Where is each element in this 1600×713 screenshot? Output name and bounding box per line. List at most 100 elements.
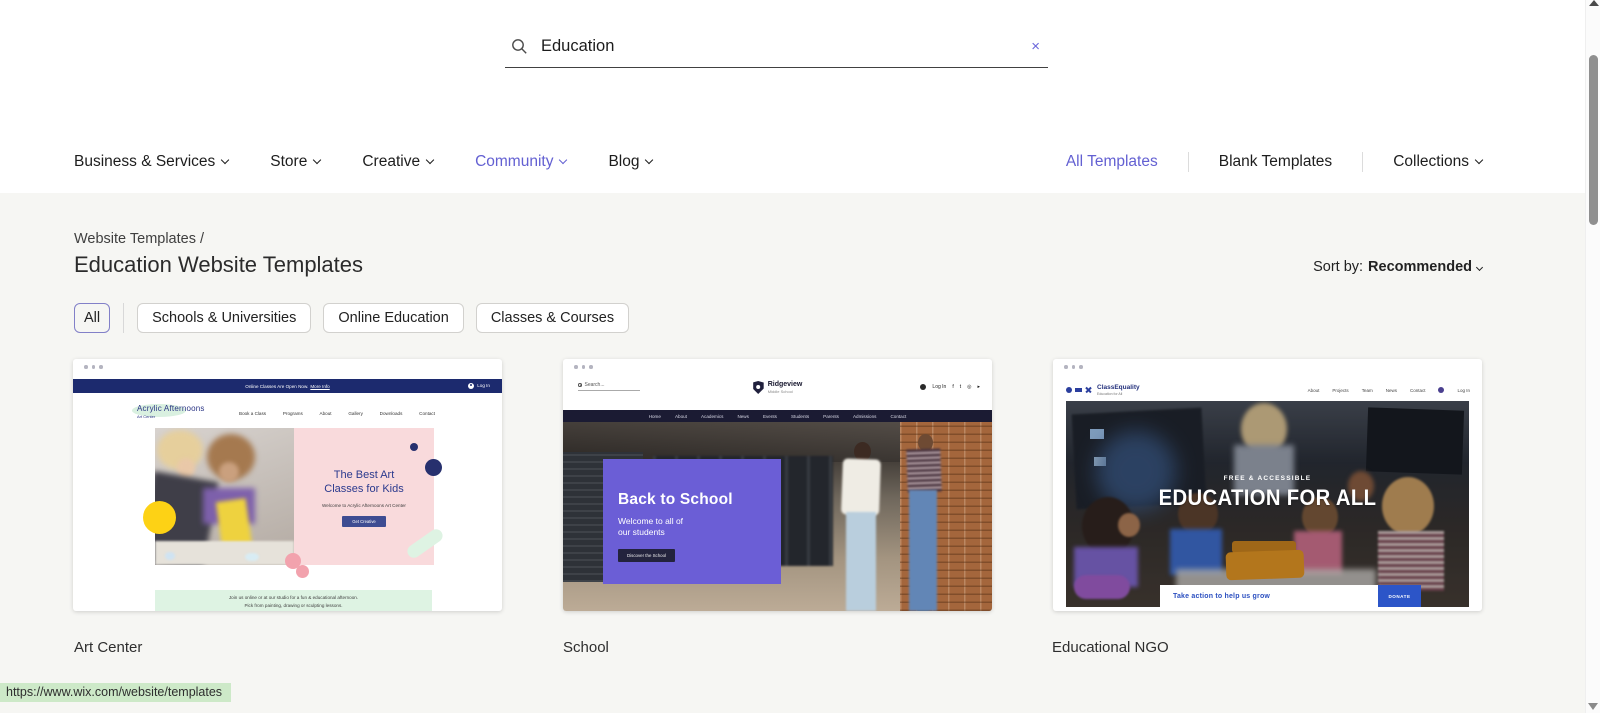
preview-hero: The Best Art Classes for Kids Welcome to…	[155, 428, 442, 565]
scroll-up-icon[interactable]	[1589, 0, 1599, 6]
photo-blob	[219, 462, 239, 482]
browser-dots-icon	[574, 365, 593, 369]
template-name-school[interactable]: School	[563, 639, 609, 656]
main-navigation: Business & Services Store Creative Commu…	[74, 147, 1484, 177]
youtube-icon: ▸	[977, 384, 980, 390]
template-card-art-center[interactable]: Online Classes Are Open Now. More Info L…	[73, 359, 502, 611]
hero-panel: Back to School Welcome to all of our stu…	[603, 459, 781, 584]
avatar-icon	[1438, 387, 1445, 393]
divider	[1187, 152, 1189, 172]
preview-nav: About Projects Team News Contact Log In	[1307, 387, 1470, 393]
nav-blog[interactable]: Blog	[608, 153, 654, 171]
chevron-down-icon	[559, 155, 568, 165]
logo-equals-icon	[1075, 387, 1082, 393]
filter-chips: All Schools & Universities Online Educat…	[74, 303, 641, 333]
preview-header-right: Log In f t ◎ ▸	[920, 384, 980, 390]
templates-nav: All Templates Blank Templates Collection…	[1066, 152, 1484, 172]
hero-subtitle: Welcome to Acrylic Afternoons Art Center	[322, 503, 406, 509]
filter-chip-schools-universities[interactable]: Schools & Universities	[137, 303, 312, 333]
browser-dots-icon	[1064, 365, 1083, 369]
nav-business-services[interactable]: Business & Services	[74, 153, 230, 171]
photo-student-shirt	[841, 458, 881, 516]
page-title: Education Website Templates	[74, 252, 364, 277]
template-card-educational-ngo[interactable]: ClassEquality Education for All About Pr…	[1053, 359, 1482, 611]
chevron-down-icon	[221, 155, 230, 165]
preview-banner: Take action to help us grow DONATE	[1160, 585, 1421, 607]
decor-yellow-circle	[143, 501, 176, 534]
filter-chip-online-education[interactable]: Online Education	[323, 303, 464, 333]
decor-pink-blob	[296, 565, 309, 578]
clear-search-icon[interactable]: ×	[1031, 39, 1040, 54]
decor-navy-dot	[410, 443, 418, 451]
preview-cta-button: Get Creative	[342, 516, 386, 528]
scroll-down-icon[interactable]	[1588, 703, 1598, 710]
filter-chip-all[interactable]: All	[74, 303, 111, 333]
instagram-icon: ◎	[967, 384, 972, 390]
divider	[1362, 152, 1364, 172]
chevron-down-icon	[1474, 155, 1484, 165]
facebook-icon: f	[952, 384, 954, 390]
nav-all-templates[interactable]: All Templates	[1066, 153, 1158, 171]
preview-cta-button: Discover the School	[618, 549, 676, 563]
nav-creative[interactable]: Creative	[362, 153, 435, 171]
search-icon	[578, 383, 582, 387]
search-icon	[512, 39, 527, 54]
hero-kicker: FREE & ACCESSIBLE	[1223, 475, 1312, 482]
twitter-icon: t	[959, 384, 962, 390]
preview-nav: Home About Academics News Events Students P…	[563, 410, 992, 422]
preview-hero: Back to School Welcome to all of our stu…	[563, 422, 992, 611]
chevron-down-icon	[425, 155, 435, 165]
template-card-school[interactable]: Search... Ridgeview Middle School Log In…	[563, 359, 992, 611]
preview-logo: Acrylic Afternoons Art Center	[132, 404, 205, 419]
preview-logo: Ridgeview Middle School	[752, 381, 802, 394]
avatar-icon	[920, 384, 927, 390]
logo-circle-icon	[1066, 387, 1072, 393]
template-grid: Online Classes Are Open Now. More Info L…	[73, 359, 1482, 611]
hero-title: EDUCATION FOR ALL	[1158, 485, 1377, 510]
template-name-art-center[interactable]: Art Center	[74, 639, 142, 656]
scrollbar-thumb[interactable]	[1589, 55, 1598, 225]
chevron-down-icon	[313, 155, 322, 165]
photo-blob	[155, 541, 294, 565]
breadcrumb[interactable]: Website Templates /	[74, 231, 204, 247]
preview-logo: ClassEquality Education for All	[1066, 384, 1140, 396]
photo-blob	[245, 553, 259, 561]
chevron-down-icon	[645, 155, 654, 165]
filter-chip-classes-courses[interactable]: Classes & Courses	[475, 303, 630, 333]
hero-subtitle: Welcome to all of our students	[618, 516, 684, 538]
photo-student-jeans	[846, 512, 876, 611]
preview-search: Search...	[578, 382, 640, 391]
templates-page: × Business & Services Store Creative Com…	[0, 0, 1600, 713]
search-bar: ×	[505, 26, 1048, 68]
chevron-down-icon	[1475, 263, 1484, 271]
preview-announcement-bar: Online Classes Are Open Now. More Info L…	[73, 379, 502, 393]
avatar-icon	[468, 382, 475, 389]
search-input[interactable]	[541, 37, 1032, 56]
browser-dots-icon	[84, 365, 103, 369]
preview-hero: FREE & ACCESSIBLE EDUCATION FOR ALL Take…	[1066, 401, 1469, 607]
hero-photo	[155, 428, 294, 565]
nav-community[interactable]: Community	[475, 153, 568, 171]
donate-button: DONATE	[1378, 585, 1421, 607]
hero-title: The Best Art Classes for Kids	[324, 469, 404, 496]
hero-title: Back to School	[618, 491, 733, 508]
nav-store[interactable]: Store	[270, 153, 322, 171]
shield-logo-icon	[752, 381, 764, 394]
divider	[123, 303, 125, 333]
preview-announcement-link: More Info	[310, 383, 330, 389]
preview-login: Log In	[468, 382, 490, 389]
preview-nav: Book a Class Programs About Gallery Down…	[239, 411, 435, 416]
nav-collections[interactable]: Collections	[1393, 153, 1484, 171]
nav-blank-templates[interactable]: Blank Templates	[1219, 153, 1332, 171]
preview-banner: Join us online or at our studio for a fu…	[155, 590, 432, 611]
photo-student-top	[906, 448, 942, 493]
decor-navy-dot	[425, 459, 442, 476]
category-nav: Business & Services Store Creative Commu…	[74, 153, 654, 171]
status-bar-url: https://www.wix.com/website/templates	[0, 683, 232, 702]
vertical-scrollbar[interactable]	[1585, 0, 1600, 713]
logo-x-icon	[1085, 387, 1092, 394]
photo-student-jeans	[909, 490, 937, 611]
photo-blob	[165, 552, 175, 560]
template-name-educational-ngo[interactable]: Educational NGO	[1052, 639, 1169, 656]
sort-dropdown[interactable]: Sort by: Recommended	[1313, 259, 1484, 275]
